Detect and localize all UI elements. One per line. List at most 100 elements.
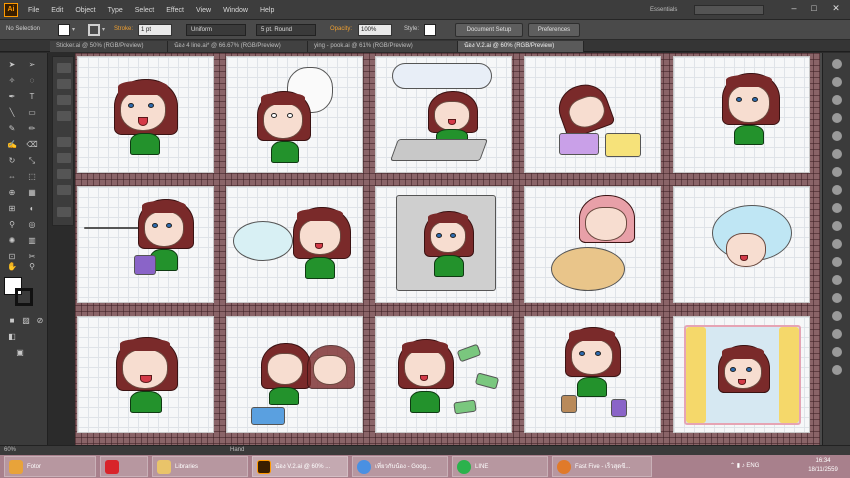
network-icon[interactable]: ▮	[737, 463, 740, 469]
color-guide-panel-icon[interactable]	[832, 77, 842, 87]
artboard-sticker-15[interactable]	[673, 316, 810, 433]
symbol-sprayer-tool-icon[interactable]: ✺	[6, 235, 18, 247]
maximize-button[interactable]: □	[806, 3, 822, 15]
direct-selection-tool-icon[interactable]: ➢	[26, 59, 38, 71]
free-transform-tool-icon[interactable]: ⬚	[26, 171, 38, 183]
type-tool-icon[interactable]: T	[26, 91, 38, 103]
opacity-field[interactable]: 100%	[358, 24, 392, 36]
zoom-tool-icon[interactable]: ⚲	[26, 261, 38, 273]
gradient-mode-icon[interactable]: ▨	[20, 315, 32, 327]
blend-tool-icon[interactable]: ◎	[26, 219, 38, 231]
tab-document-4[interactable]: น้อง V.2.ai @ 60% (RGB/Preview)	[458, 41, 584, 52]
graphic-styles-panel-icon[interactable]	[832, 221, 842, 231]
color-panel-icon[interactable]	[832, 59, 842, 69]
transform-panel-icon[interactable]	[832, 311, 842, 321]
menu-file[interactable]: File	[28, 7, 39, 14]
line-tool-icon[interactable]: ╲	[6, 107, 18, 119]
screen-mode-icon[interactable]: ▣	[14, 347, 26, 359]
taskbar-line[interactable]: LINE	[452, 456, 548, 477]
tab-document-2[interactable]: น้อง 4 line.ai* @ 66.67% (RGB/Preview)	[168, 41, 308, 52]
taskbar-app[interactable]	[100, 456, 148, 477]
hand-tool-icon[interactable]: ✋	[6, 261, 18, 273]
menu-edit[interactable]: Edit	[51, 7, 63, 14]
menu-type[interactable]: Type	[108, 7, 123, 14]
artboard-sticker-4[interactable]	[524, 56, 661, 173]
stroke-swatch[interactable]	[88, 24, 100, 36]
taskbar-clock[interactable]: 16:34 18/11/2559	[800, 457, 846, 476]
artboard-sticker-6[interactable]	[77, 186, 214, 303]
paintbrush-tool-icon[interactable]: ✎	[6, 123, 18, 135]
artboards-panel-icon[interactable]	[832, 257, 842, 267]
artboard-sticker-2[interactable]	[226, 56, 363, 173]
panel-icon-5[interactable]	[57, 137, 71, 147]
stroke-label[interactable]: Stroke:	[114, 26, 133, 32]
brushes-panel-icon[interactable]	[832, 113, 842, 123]
eraser-tool-icon[interactable]: ⌫	[26, 139, 38, 151]
layers-panel-icon[interactable]	[832, 239, 842, 249]
minimize-button[interactable]: –	[786, 3, 802, 15]
stroke-dropdown-icon[interactable]: ▾	[102, 26, 110, 34]
appearance-panel-icon[interactable]	[832, 203, 842, 213]
stroke-color-box[interactable]	[15, 288, 33, 306]
width-tool-icon[interactable]: ⇔	[6, 171, 18, 183]
brush-dropdown[interactable]: 5 pt. Round	[256, 24, 316, 36]
taskbar-chrome[interactable]: เที่ยวกับน้อง - Goog...	[352, 456, 448, 477]
character-panel-icon[interactable]	[832, 329, 842, 339]
panel-icon-3[interactable]	[57, 95, 71, 105]
artboard-sticker-10[interactable]	[673, 186, 810, 303]
artboard-sticker-9[interactable]	[524, 186, 661, 303]
panel-icon-2[interactable]	[57, 79, 71, 89]
taskbar-libraries[interactable]: Libraries	[152, 456, 248, 477]
taskbar-media[interactable]: Fast Five - เร็วสุดขี...	[552, 456, 652, 477]
panel-icon-8[interactable]	[57, 185, 71, 195]
fill-swatch[interactable]	[58, 24, 70, 36]
close-button[interactable]: ✕	[828, 3, 844, 15]
pencil-tool-icon[interactable]: ✏	[26, 123, 38, 135]
menu-object[interactable]: Object	[75, 7, 95, 14]
menu-view[interactable]: View	[196, 7, 211, 14]
symbols-panel-icon[interactable]	[832, 131, 842, 141]
artboard-sticker-5[interactable]	[673, 56, 810, 173]
panel-icon-9[interactable]	[57, 207, 71, 217]
artboard-sticker-8[interactable]	[375, 186, 512, 303]
tab-document-1[interactable]: Sticker.ai @ 50% (RGB/Preview)	[50, 41, 168, 52]
preferences-button[interactable]: Preferences	[528, 23, 580, 37]
stroke-weight-field[interactable]: 1 pt	[138, 24, 172, 36]
search-input[interactable]	[694, 5, 764, 15]
system-tray[interactable]: ⌃ ▮ ♪ ENG	[730, 459, 800, 473]
taskbar-illustrator[interactable]: น้อง V.2.ai @ 60% ...	[252, 456, 348, 477]
align-panel-icon[interactable]	[832, 275, 842, 285]
menu-help[interactable]: Help	[260, 7, 274, 14]
panel-icon-1[interactable]	[57, 63, 71, 73]
paragraph-panel-icon[interactable]	[832, 347, 842, 357]
artboard-sticker-3[interactable]	[375, 56, 512, 173]
graphic-style-swatch[interactable]	[424, 24, 436, 36]
menu-effect[interactable]: Effect	[166, 7, 184, 14]
lasso-tool-icon[interactable]: ◌	[26, 75, 38, 87]
document-setup-button[interactable]: Document Setup	[455, 23, 523, 37]
opacity-label[interactable]: Opacity:	[330, 26, 352, 32]
volume-icon[interactable]: ♪	[742, 463, 745, 469]
stroke-panel-icon[interactable]	[832, 149, 842, 159]
artboard-sticker-11[interactable]	[77, 316, 214, 433]
mesh-tool-icon[interactable]: ⊞	[6, 203, 18, 215]
tab-document-3[interactable]: ying - pook.ai @ 61% (RGB/Preview)	[308, 41, 458, 52]
artboard-sticker-14[interactable]	[524, 316, 661, 433]
fill-dropdown-icon[interactable]: ▾	[72, 26, 80, 34]
taskbar-fotor[interactable]: Fotor	[4, 456, 96, 477]
gradient-tool-icon[interactable]: ◐	[26, 203, 38, 215]
color-mode-icon[interactable]: ■	[6, 315, 18, 327]
perspective-grid-tool-icon[interactable]: ▦	[26, 187, 38, 199]
scale-tool-icon[interactable]: ⤡	[26, 155, 38, 167]
up-arrow-icon[interactable]: ⌃	[730, 463, 735, 469]
shape-builder-tool-icon[interactable]: ⊕	[6, 187, 18, 199]
artboard-sticker-7[interactable]	[226, 186, 363, 303]
panel-icon-6[interactable]	[57, 153, 71, 163]
input-language[interactable]: ENG	[746, 463, 759, 469]
variable-width-dropdown[interactable]: Uniform	[186, 24, 246, 36]
gradient-panel-icon[interactable]	[832, 167, 842, 177]
artboard-sticker-1[interactable]	[77, 56, 214, 173]
menu-select[interactable]: Select	[135, 7, 154, 14]
selection-tool-icon[interactable]: ➤	[6, 59, 18, 71]
links-panel-icon[interactable]	[832, 365, 842, 375]
